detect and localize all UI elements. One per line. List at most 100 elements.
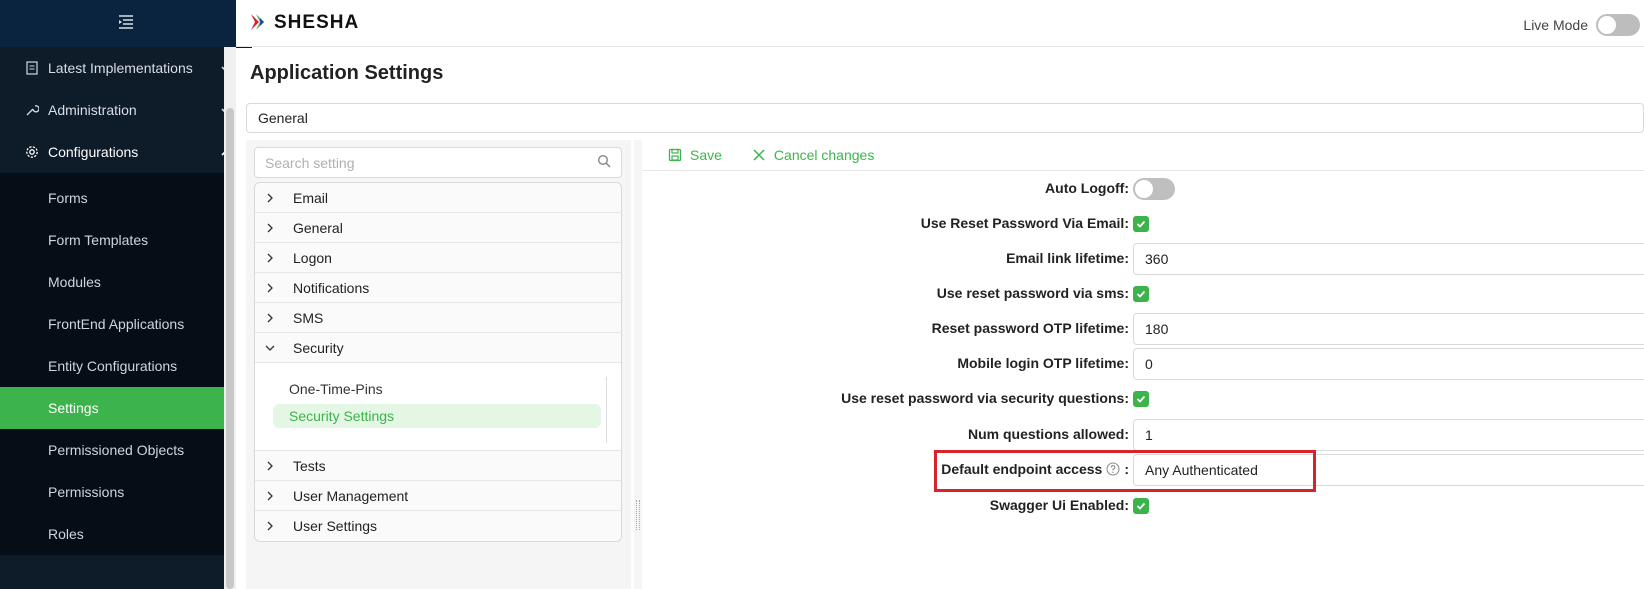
sidebar-item-entity-configurations[interactable]: Entity Configurations	[0, 345, 252, 387]
save-button[interactable]: Save	[668, 147, 722, 163]
settings-tree-panel: Email General Logon Notifications SMS Se…	[246, 140, 631, 589]
tree-group-label: User Management	[293, 487, 409, 504]
cancel-changes-button[interactable]: Cancel changes	[752, 147, 874, 163]
sidebar-item-modules[interactable]: Modules	[0, 261, 252, 303]
label-text: Reset password OTP lifetime	[931, 320, 1125, 336]
page-title: Application Settings	[250, 62, 444, 84]
control-column	[1133, 383, 1149, 415]
chevron-right-icon	[263, 489, 277, 503]
label-column: Reset password OTP lifetime:	[642, 313, 1129, 345]
settings-tree: Email General Logon Notifications SMS Se…	[254, 182, 622, 542]
tree-group-user-management[interactable]: User Management	[255, 481, 621, 511]
sidebar-collapse-button[interactable]	[0, 0, 252, 47]
tree-group-sms[interactable]: SMS	[255, 303, 621, 333]
close-icon	[752, 148, 766, 162]
tree-group-tests[interactable]: Tests	[255, 451, 621, 481]
reset-sms-checkbox[interactable]	[1133, 286, 1149, 302]
control-column	[1133, 208, 1149, 240]
tree-group-notifications[interactable]: Notifications	[255, 273, 621, 303]
label-column: Use reset password via sms:	[642, 278, 1129, 310]
sidebar-item-administration[interactable]: Administration	[0, 89, 252, 131]
sidebar-submenu: Forms Form Templates Modules FrontEnd Ap…	[0, 173, 252, 555]
sidebar-item-forms[interactable]: Forms	[0, 177, 252, 219]
brand-name: SHESHA	[274, 12, 360, 33]
tree-item-security-settings[interactable]: Security Settings	[273, 404, 601, 428]
label-column: Swagger Ui Enabled:	[642, 490, 1129, 522]
label-text: Mobile login OTP lifetime	[957, 355, 1125, 371]
control-column	[1133, 278, 1149, 310]
sidebar-item-permissioned-objects[interactable]: Permissioned Objects	[0, 429, 252, 471]
tree-group-label: Security	[293, 339, 344, 356]
sidebar-item-latest-implementations[interactable]: Latest Implementations	[0, 47, 252, 89]
panel-splitter[interactable]	[634, 140, 642, 589]
tree-group-label: Email	[293, 189, 329, 206]
tree-group-label: Notifications	[293, 279, 370, 296]
label-column: Num questions allowed:	[642, 419, 1129, 451]
label-text: Email link lifetime	[1006, 250, 1125, 266]
tree-group-general[interactable]: General	[255, 213, 621, 243]
sidebar-item-configurations[interactable]: Configurations	[0, 131, 252, 173]
num-questions-input[interactable]: 1	[1133, 419, 1644, 451]
auto-logoff-switch[interactable]	[1133, 178, 1175, 200]
reset-email-checkbox[interactable]	[1133, 216, 1149, 232]
live-mode-label: Live Mode	[1523, 17, 1588, 33]
swagger-checkbox[interactable]	[1133, 498, 1149, 514]
label-text: Use reset password via sms	[936, 285, 1125, 301]
email-link-label: Email link lifetime:	[1006, 250, 1129, 266]
email-link-input[interactable]: 360	[1133, 243, 1644, 275]
otp-lifetime-label: Reset password OTP lifetime:	[931, 320, 1129, 336]
document-icon	[24, 60, 40, 76]
chevron-right-icon	[263, 519, 277, 533]
sidebar-item-frontend-applications[interactable]: FrontEnd Applications	[0, 303, 252, 345]
chevron-right-icon	[263, 251, 277, 265]
label-text: Num questions allowed	[967, 426, 1125, 442]
label-text: Auto Logoff	[1045, 180, 1125, 196]
sidebar-item-form-templates[interactable]: Form Templates	[0, 219, 252, 261]
sidebar-item-settings[interactable]: Settings	[0, 387, 252, 429]
num-questions-label: Num questions allowed:	[967, 426, 1129, 442]
control-column: 1	[1133, 419, 1644, 451]
main-content: Application Settings General Email Gener…	[236, 48, 1644, 589]
control-column	[1133, 490, 1149, 522]
search-icon[interactable]	[597, 154, 611, 171]
brand-logo[interactable]: SHESHA	[248, 11, 359, 36]
tree-group-email[interactable]: Email	[255, 183, 621, 213]
live-mode-control: Live Mode	[1523, 14, 1640, 36]
chevron-right-icon	[263, 221, 277, 235]
label-text: Use reset password via security question…	[841, 390, 1125, 406]
tree-group-logon[interactable]: Logon	[255, 243, 621, 273]
top-header: SHESHA Live Mode	[236, 0, 1644, 47]
sidebar-item-roles[interactable]: Roles	[0, 513, 252, 555]
tree-group-security[interactable]: Security	[255, 333, 621, 363]
otp-lifetime-input[interactable]: 180	[1133, 313, 1644, 345]
wrench-icon	[24, 102, 40, 118]
sidebar: Latest Implementations Administration Co…	[0, 0, 252, 589]
sidebar-scrollbar[interactable]	[226, 108, 234, 589]
tree-group-label: Tests	[293, 457, 326, 474]
label-column: Auto Logoff:	[642, 173, 1129, 205]
shesha-logo-icon	[248, 11, 270, 36]
tree-group-label: General	[293, 219, 343, 236]
label-column: Use Reset Password Via Email:	[642, 208, 1129, 240]
live-mode-toggle[interactable]	[1596, 14, 1640, 36]
tree-group-user-settings[interactable]: User Settings	[255, 511, 621, 541]
search-setting-input[interactable]	[265, 154, 597, 171]
chevron-down-icon	[263, 341, 277, 355]
reset-email-label: Use Reset Password Via Email:	[920, 215, 1129, 231]
chevron-right-icon	[263, 459, 277, 473]
swagger-label: Swagger Ui Enabled:	[989, 497, 1129, 513]
sidebar-item-permissions[interactable]: Permissions	[0, 471, 252, 513]
save-button-label: Save	[690, 147, 722, 163]
form-toolbar: Save Cancel changes	[642, 140, 1644, 171]
tree-group-label: SMS	[293, 309, 324, 326]
reset-questions-label: Use reset password via security question…	[841, 390, 1129, 406]
control-column: 360	[1133, 243, 1644, 275]
application-select[interactable]: General	[246, 103, 1644, 133]
cancel-button-label: Cancel changes	[773, 147, 875, 163]
sidebar-item-label: Latest Implementations	[48, 60, 193, 76]
chevron-right-icon	[263, 191, 277, 205]
reset-questions-checkbox[interactable]	[1133, 391, 1149, 407]
tree-item-one-time-pins[interactable]: One-Time-Pins	[273, 377, 601, 401]
chevron-right-icon	[263, 311, 277, 325]
mobile-otp-input[interactable]: 0	[1133, 348, 1644, 380]
